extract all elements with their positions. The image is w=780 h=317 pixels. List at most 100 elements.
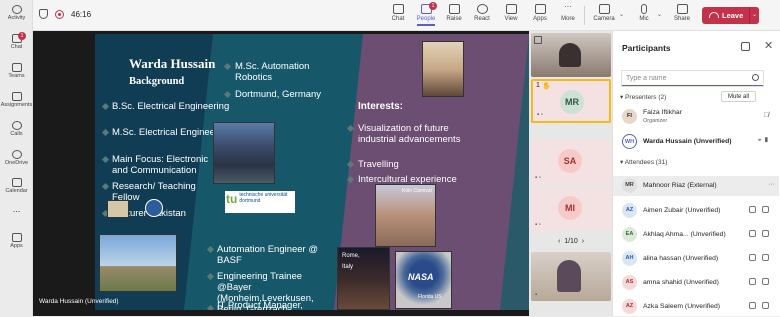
presenting-mic-icon: ⌖ ▮ [757, 137, 769, 144]
photo-caption: NASA [408, 272, 434, 282]
rail-label: Calendar [5, 188, 28, 194]
more-button[interactable]: ··· More [555, 2, 581, 23]
leave-options-chevron-icon[interactable]: ⌄ [749, 7, 759, 24]
shield-icon [39, 9, 48, 19]
share-button[interactable]: Share [669, 4, 695, 22]
attendees-section-header[interactable]: ▾ Attendees (31) [620, 158, 667, 166]
tool-label: Chat [391, 16, 405, 22]
rail-item-teams[interactable]: Teams [0, 63, 33, 79]
next-page-icon[interactable]: › [582, 238, 584, 245]
chat-button[interactable]: Chat [385, 4, 411, 22]
more-icon: ··· [564, 2, 572, 11]
slide-text: IT Product Manager, [217, 300, 303, 310]
slide-text: Travelling [358, 159, 399, 170]
apps-button[interactable]: Apps [527, 4, 553, 22]
more-icon: ... [12, 204, 21, 214]
participant-row[interactable]: AZ Azka Saleem (Unverified) [613, 297, 773, 317]
participant-name: Akhlaq Ahma... (Unverified) [643, 231, 726, 238]
participant-name: Faiza Iftikhar [643, 109, 682, 116]
participant-row[interactable]: WH Warda Hussain (Unverified) ⌖ ▮ [613, 132, 773, 152]
plus-icon [534, 4, 546, 14]
rail-item-assignments[interactable]: Assignments [0, 92, 33, 108]
tool-label: Share [673, 16, 690, 22]
meeting-toolbar: 46:16 Chat 1 People Raise React View Apps… [33, 0, 780, 31]
react-button[interactable]: React [469, 4, 495, 22]
tool-label: Camera [593, 16, 615, 22]
avatar: AH [622, 251, 637, 266]
participant-row[interactable]: AZ Aimen Zubair (Unverified) [613, 201, 773, 221]
participant-name: Mahnoor Riaz (External) [643, 182, 717, 189]
mic-off-icon: ▪ ▫ [535, 175, 541, 181]
mic-off-icon [641, 4, 647, 14]
video-tile-mi[interactable]: MI ▪ ▫ [531, 187, 611, 231]
raise-hand-button[interactable]: Raise [441, 4, 467, 22]
participant-row[interactable]: EA Akhlaq Ahma... (Unverified) [613, 225, 773, 245]
slide-title: Warda Hussain [129, 56, 216, 71]
photo-caption: Rome, Italy [342, 253, 360, 270]
rail-item-calendar[interactable]: Calendar [0, 178, 33, 194]
participant-row[interactable]: MR Mahnoor Riaz (External) ··· [613, 176, 779, 196]
raised-hand-count: 1 [536, 82, 540, 89]
participant-row[interactable]: AS amna shahid (Unverified) [613, 273, 773, 293]
tu-dortmund-logo: tu technische universität dortmund [225, 191, 295, 213]
slide-text: Visualization of future industrial advan… [358, 123, 461, 145]
participant-name: Aimen Zubair (Unverified) [643, 207, 721, 214]
slide-text: B.Sc. Electrical Engineering [112, 101, 230, 112]
slide-text: Dortmund, Germany [235, 89, 322, 100]
video-tile-mr[interactable]: 1 ✋ MR ▪ ▫ [531, 79, 611, 123]
avatar: AZ [622, 203, 637, 218]
more-options-icon[interactable]: ··· [768, 181, 775, 188]
mic-options-chevron-icon[interactable]: ⌄ [657, 11, 662, 18]
teams-icon [11, 63, 22, 72]
close-icon[interactable]: ✕ [764, 39, 773, 52]
section-label: Attendees (31) [624, 159, 668, 166]
rail-item-onedrive[interactable]: OneDrive [0, 150, 33, 166]
tool-label: More [561, 16, 575, 22]
rail-item-calls[interactable]: Calls [0, 121, 33, 137]
participant-video [557, 260, 581, 292]
rail-label: Teams [8, 73, 25, 79]
participant-row[interactable]: FI Faiza Iftikhar Organizer 🎙̸ [613, 107, 773, 127]
rail-item-apps[interactable]: Apps [0, 233, 33, 249]
camera-button[interactable]: Camera [591, 4, 617, 22]
presenters-section-header[interactable]: ▾ Presenters (2) [620, 93, 666, 101]
video-tile-1[interactable] [531, 33, 611, 77]
slide-subtitle: Background [129, 76, 185, 87]
participant-name: alina hassan (Unverified) [643, 255, 719, 262]
mute-all-button[interactable]: Mute all [721, 91, 756, 102]
participant-search-input[interactable]: Type a name [621, 70, 764, 87]
mic-off-icon: 🎙̸ [763, 112, 769, 119]
section-label: Presenters (2) [625, 94, 667, 101]
rail-label: Chat [10, 44, 23, 50]
university-logo [145, 199, 163, 217]
smile-icon [476, 4, 488, 14]
tool-label: View [504, 16, 518, 22]
hand-icon [448, 4, 460, 14]
rail-item-more[interactable]: ... [0, 204, 33, 214]
avatar: MR [560, 90, 584, 114]
camera-mic-off-icon [743, 278, 769, 285]
view-button[interactable]: View [498, 4, 524, 22]
rail-item-chat[interactable]: 1 Chat [0, 32, 33, 50]
slide-text: Main Focus: Electronic and Communication [112, 154, 209, 176]
camera-mic-off-icon [743, 230, 769, 237]
tum-text: technische universität dortmund [239, 192, 288, 204]
avatar: MR [622, 178, 637, 193]
participant-name: Warda Hussain (Unverified) [643, 138, 732, 145]
camera-options-chevron-icon[interactable]: ⌄ [619, 11, 624, 18]
rail-item-activity[interactable]: Activity [0, 5, 33, 21]
prev-page-icon[interactable]: ‹ [558, 238, 560, 245]
avatar: AZ [622, 299, 637, 314]
copy-link-icon[interactable] [741, 42, 750, 51]
video-tile-5[interactable]: ▪ [531, 252, 611, 301]
video-tile-sa[interactable]: SA ▪ ▫ [531, 140, 611, 184]
tool-label: Apps [533, 16, 547, 22]
city-photo [213, 122, 275, 184]
people-button[interactable]: 1 People [413, 2, 439, 26]
mic-off-icon: ▪ [535, 292, 538, 298]
tool-label: Raise [446, 16, 462, 22]
tool-label: People [416, 16, 436, 22]
mic-button[interactable]: Mic [631, 4, 657, 22]
participant-row[interactable]: AH alina hassan (Unverified) [613, 249, 773, 269]
rail-label: OneDrive [4, 160, 29, 166]
